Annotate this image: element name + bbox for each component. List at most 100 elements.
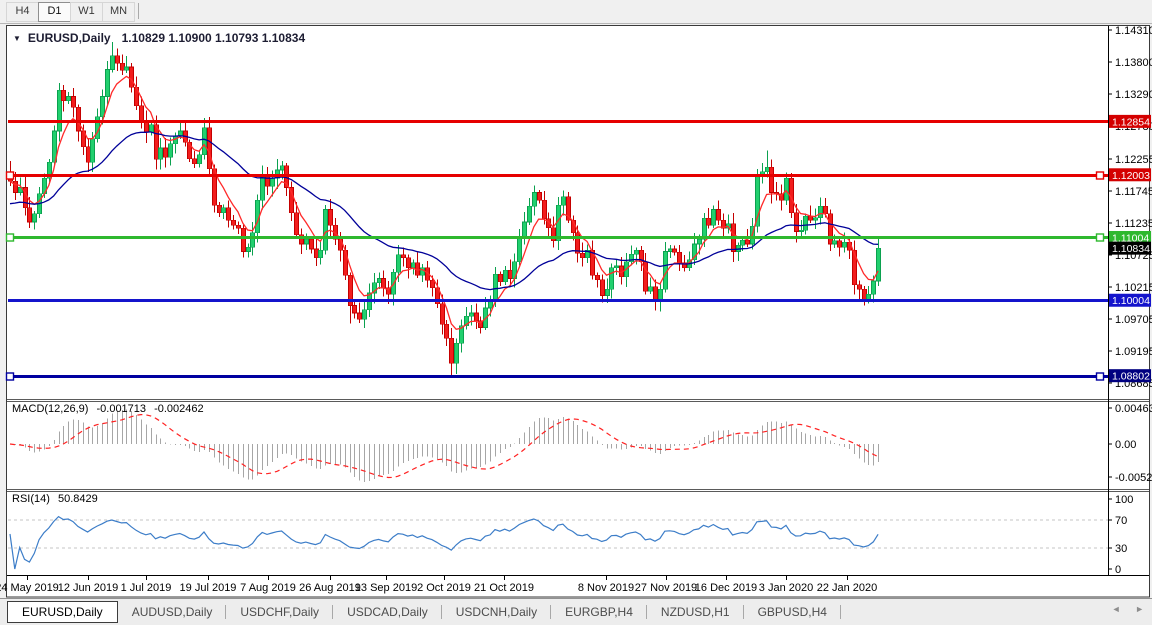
chart-tab-usdchf[interactable]: USDCHF,Daily [226, 599, 333, 625]
x-axis-date-label: 8 Nov 2019 [578, 582, 634, 594]
macd-signal-value: -0.002462 [154, 403, 204, 415]
macd-indicator-label: MACD(12,26,9) -0.001713 -0.002462 [12, 403, 204, 415]
candle-body [203, 128, 207, 155]
candle-body [251, 233, 255, 247]
candle-body [703, 218, 707, 239]
chart-title: ▼EURUSD,Daily1.10829 1.10900 1.10793 1.1… [13, 31, 305, 45]
candle-body [106, 70, 110, 97]
candle-body [441, 304, 445, 325]
y-axis-tick-label: 1.13290 [1115, 89, 1152, 101]
timeframe-button-h4[interactable]: H4 [6, 2, 39, 22]
candle-body [397, 255, 401, 273]
tab-scroll-left-button[interactable]: ◄ [1112, 604, 1121, 614]
candle-body [295, 213, 299, 235]
candle-body [809, 216, 813, 220]
chart-tab-audusd[interactable]: AUDUSD,Daily [118, 599, 227, 625]
candle-body [33, 214, 37, 222]
candle-body [795, 213, 799, 232]
candle-body [606, 289, 610, 295]
chart-tab-usdcad[interactable]: USDCAD,Daily [333, 599, 442, 625]
timeframe-button-d1[interactable]: D1 [38, 2, 71, 22]
candle-body [707, 218, 711, 225]
x-axis-date-label: 22 Jan 2020 [817, 582, 878, 594]
price-badge-label: 1.10834 [1112, 243, 1150, 255]
price-badge-label: 1.10004 [1112, 295, 1150, 307]
candle-body [101, 97, 105, 117]
candle-body [242, 228, 246, 251]
candle-body [111, 56, 115, 70]
timeframe-toolbar: H4D1W1MN [0, 0, 1152, 24]
candle-body [669, 249, 673, 252]
candle-body [310, 239, 314, 249]
candle-body [615, 266, 619, 268]
candle-body [353, 306, 357, 314]
tab-scroll-right-button[interactable]: ► [1135, 604, 1144, 614]
macd-axis-tick-label: 0.00463 [1115, 403, 1152, 415]
candle-body [698, 239, 702, 244]
candle-body [407, 258, 411, 268]
candle-body [67, 97, 71, 101]
candle-body [87, 147, 91, 163]
tab-scroll-arrows: ◄ ► [1100, 604, 1144, 614]
candle-body [470, 313, 474, 316]
candle-body [858, 285, 862, 289]
chart-canvas[interactable]: 1.143101.138001.132901.127801.122551.117… [0, 0, 1152, 625]
x-axis-date-label: 21 Oct 2019 [474, 582, 534, 594]
candle-body [741, 240, 745, 245]
macd-axis-tick-label: 0.00 [1115, 439, 1136, 451]
candle-body [678, 252, 682, 263]
line-handle[interactable] [1097, 234, 1104, 241]
macd-axis-tick-label: -0.005299 [1115, 472, 1152, 484]
chart-tab-eurusd[interactable]: EURUSD,Daily [7, 601, 118, 623]
timeframe-button-mn[interactable]: MN [102, 2, 135, 22]
candle-body [412, 263, 416, 268]
candle-body [227, 208, 231, 221]
candle-body [863, 289, 867, 299]
candle-body [838, 241, 842, 247]
x-axis-date-label: 1 Jul 2019 [121, 582, 172, 594]
candle-body [819, 206, 823, 217]
chart-tab-eurgbp[interactable]: EURGBP,H4 [551, 599, 647, 625]
candle-body [596, 275, 600, 279]
candle-body [843, 242, 847, 247]
x-axis-date-label: 19 Jul 2019 [180, 582, 237, 594]
rsi-name: RSI(14) [12, 493, 50, 505]
candle-body [77, 107, 81, 131]
candle-body [305, 239, 309, 244]
candle-body [499, 274, 503, 282]
x-axis-date-label: 3 Jan 2020 [759, 582, 813, 594]
line-handle[interactable] [1097, 373, 1104, 380]
chart-tab-nzdusd[interactable]: NZDUSD,H1 [647, 599, 744, 625]
candle-body [164, 148, 168, 157]
rsi-value: 50.8429 [58, 493, 98, 505]
candle-body [319, 250, 323, 258]
candle-body [140, 106, 144, 122]
x-axis-date-label: 26 Aug 2019 [299, 582, 361, 594]
line-handle[interactable] [1097, 172, 1104, 179]
candle-body [829, 214, 833, 244]
chart-tab-gbpusd[interactable]: GBPUSD,H4 [744, 599, 841, 625]
candle-body [72, 97, 76, 108]
y-axis-tick-label: 1.11745 [1115, 186, 1152, 198]
candle-body [489, 302, 493, 308]
candle-body [528, 206, 532, 222]
symbol-dropdown-icon[interactable]: ▼ [13, 34, 21, 43]
candle-body [271, 178, 275, 186]
timeframe-button-w1[interactable]: W1 [70, 2, 103, 22]
candle-body [770, 167, 774, 192]
candle-body [329, 209, 333, 225]
line-handle[interactable] [7, 172, 14, 179]
rsi-axis-tick-label: 0 [1115, 564, 1121, 576]
candle-body [824, 206, 828, 214]
chart-tab-usdcnh[interactable]: USDCNH,Daily [442, 599, 551, 625]
x-axis-date-label: 24 May 2019 [0, 582, 59, 594]
line-handle[interactable] [7, 234, 14, 241]
candle-body [543, 200, 547, 219]
candle-body [800, 230, 804, 231]
candle-body [635, 250, 639, 254]
y-axis-tick-label: 1.11235 [1115, 218, 1152, 230]
y-axis-tick-label: 1.12255 [1115, 154, 1152, 166]
line-handle[interactable] [7, 373, 14, 380]
candle-body [533, 193, 537, 207]
candle-body [877, 248, 881, 281]
